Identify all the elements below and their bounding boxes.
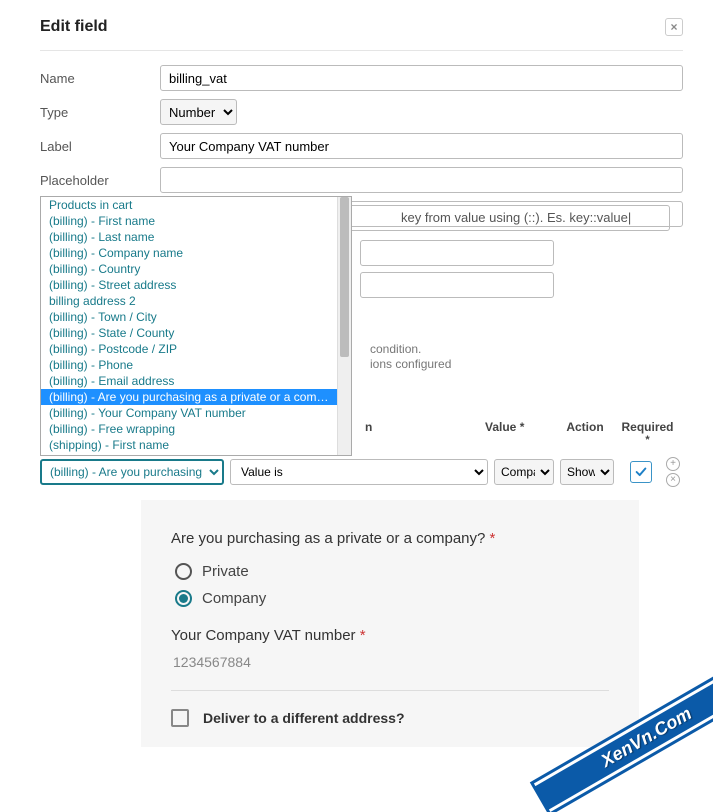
label-label: Label [40,139,160,154]
th-required: Required * [615,420,680,446]
required-checkbox[interactable] [630,461,652,483]
dropdown-item[interactable]: (billing) - Company name [41,245,337,261]
vat-input[interactable]: 1234567884 [171,654,609,670]
value-select[interactable]: Company [494,459,554,485]
scroll-thumb[interactable] [340,197,349,357]
dropdown-item[interactable]: Products in cart [41,197,337,213]
dropdown-item[interactable]: (billing) - Email address [41,373,337,389]
edit-field-modal: Edit field × Name Type Number Label Plac… [0,0,713,227]
th-value: Value * [485,420,555,446]
dropdown-item[interactable]: (billing) - Free wrapping [41,421,337,437]
modal-title: Edit field [40,18,108,36]
dropdown-item[interactable]: (billing) - State / County [41,325,337,341]
add-condition-icon[interactable]: + [666,457,680,471]
label-input[interactable] [160,133,683,159]
conditions-table-row: (billing) - Are you purchasing Value is … [40,457,680,487]
deliver-different-checkbox[interactable]: Deliver to a different address? [171,709,609,727]
dropdown-item[interactable]: (billing) - Postcode / ZIP [41,341,337,357]
condition-field-select[interactable]: (billing) - Are you purchasing [40,459,224,485]
dropdown-item[interactable]: (shipping) - First name [41,437,337,453]
preview-card: Are you purchasing as a private or a com… [141,500,639,747]
vat-label: Your Company VAT number * [171,627,609,644]
dropdown-item[interactable]: (billing) - Last name [41,229,337,245]
dropdown-item[interactable]: (billing) - Country [41,261,337,277]
extra-input-2[interactable] [360,272,554,298]
th-action: Action [555,420,615,446]
remove-condition-icon[interactable]: × [666,473,680,487]
dropdown-item[interactable]: (shipping) - Last name [41,453,337,455]
type-select[interactable]: Number [160,99,237,125]
close-icon[interactable]: × [665,18,683,36]
dropdown-item[interactable]: (billing) - Are you purchasing as a priv… [41,389,337,405]
value-operator-select[interactable]: Value is [230,459,488,485]
scrollbar[interactable] [337,197,351,455]
action-select[interactable]: Show [560,459,614,485]
hint-condition: condition. [370,342,421,356]
dropdown-item[interactable]: (billing) - Your Company VAT number [41,405,337,421]
label-placeholder: Placeholder [40,173,160,188]
radio-private[interactable]: Private [171,563,609,580]
dropdown-item[interactable]: (billing) - Phone [41,357,337,373]
dropdown-item[interactable]: billing address 2 [41,293,337,309]
hint-configured: ions configured [370,357,451,371]
checkbox-unchecked-icon [171,709,189,727]
condition-dropdown[interactable]: Products in cart(billing) - First name(b… [40,196,352,456]
dropdown-item[interactable]: (billing) - Town / City [41,309,337,325]
dropdown-item[interactable]: (billing) - Street address [41,277,337,293]
dropdown-item[interactable]: (billing) - First name [41,213,337,229]
question-label: Are you purchasing as a private or a com… [171,530,609,547]
extra-input-1[interactable] [360,240,554,266]
required-star: * [490,530,496,547]
label-type: Type [40,105,160,120]
radio-unchecked-icon [175,563,192,580]
radio-checked-icon [175,590,192,607]
name-input[interactable] [160,65,683,91]
divider [171,690,609,691]
placeholder-input[interactable] [160,167,683,193]
radio-company[interactable]: Company [171,590,609,607]
label-name: Name [40,71,160,86]
